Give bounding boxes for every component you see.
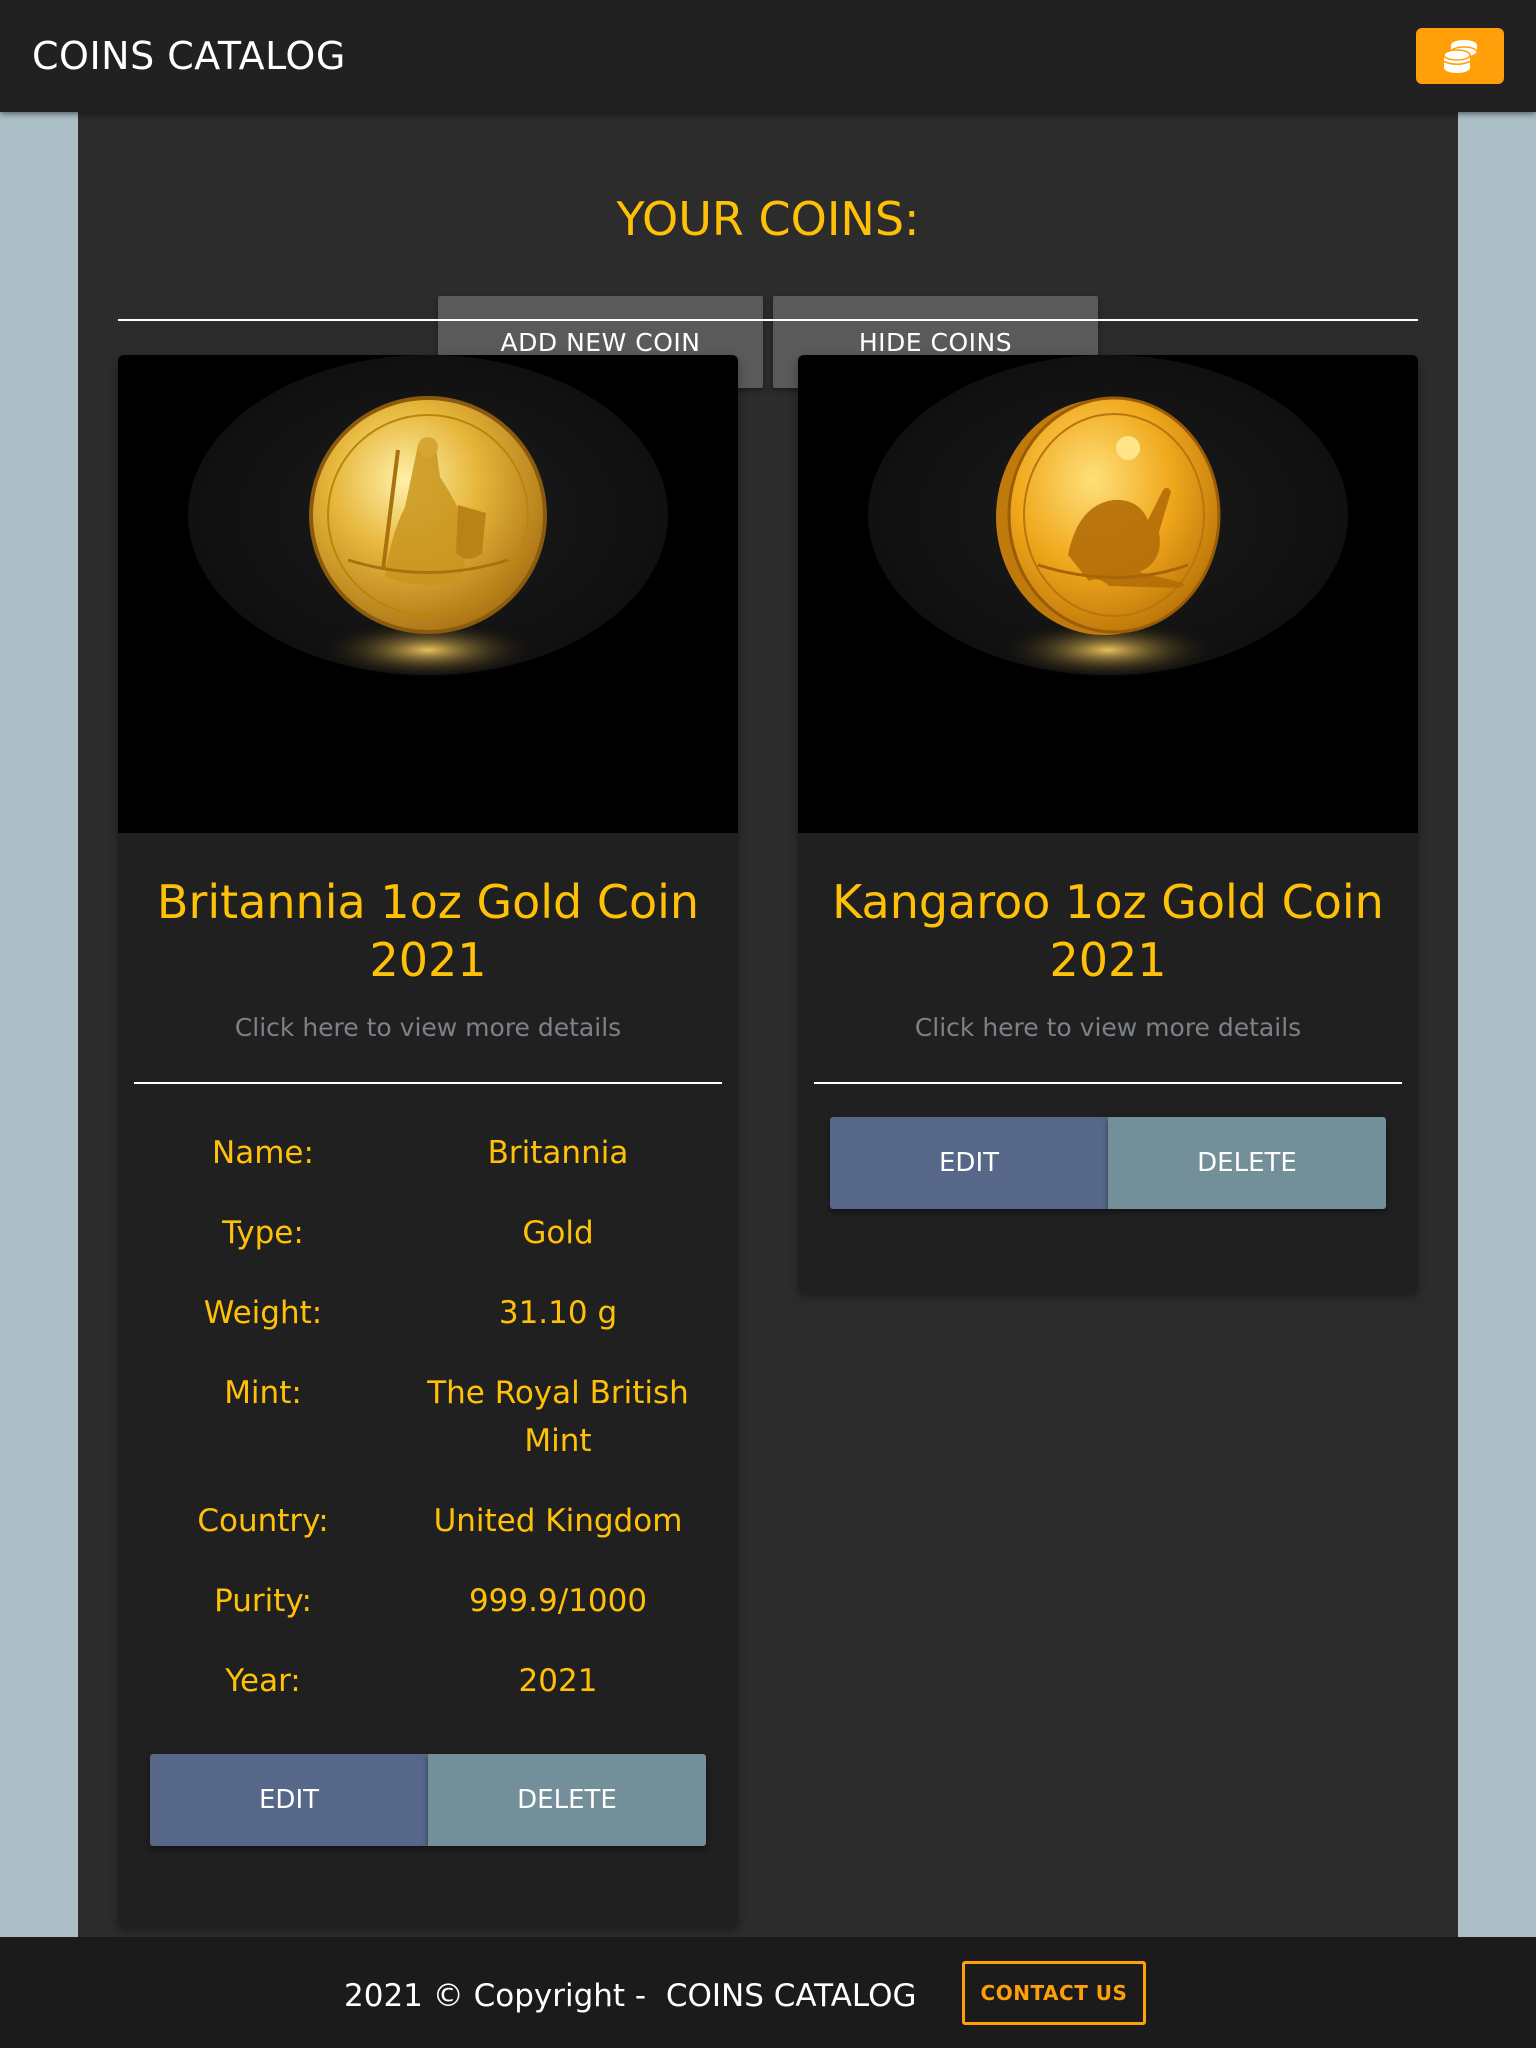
coin-title[interactable]: Britannia 1oz Gold Coin 2021 <box>128 873 728 989</box>
detail-label-mint: Mint: <box>224 1375 302 1411</box>
view-details-link[interactable]: Click here to view more details <box>798 1013 1418 1043</box>
detail-value-name: Britannia <box>487 1135 629 1171</box>
card-divider <box>134 1082 722 1084</box>
coin-card-britannia: Britannia 1oz Gold Coin 2021 Click here … <box>118 355 738 1927</box>
edit-button[interactable]: EDIT <box>150 1754 428 1846</box>
delete-button[interactable]: DELETE <box>428 1754 706 1846</box>
coin-card-kangaroo: Kangaroo 1oz Gold Coin 2021 Click here t… <box>798 355 1418 1293</box>
footer: 2021 © Copyright - COINS CATALOG CONTACT… <box>0 1937 1536 2048</box>
detail-label-weight: Weight: <box>203 1295 323 1331</box>
divider <box>118 319 1418 321</box>
edit-button[interactable]: EDIT <box>830 1117 1108 1209</box>
detail-label-year: Year: <box>225 1663 301 1699</box>
brand-title[interactable]: COINS CATALOG <box>32 28 346 84</box>
detail-label-country: Country: <box>197 1503 329 1539</box>
detail-value-purity: 999.9/1000 <box>468 1583 648 1619</box>
coin-title[interactable]: Kangaroo 1oz Gold Coin 2021 <box>808 873 1408 989</box>
detail-label-type: Type: <box>222 1215 304 1251</box>
detail-value-year: 2021 <box>518 1663 598 1699</box>
copyright-text: 2021 © Copyright - COINS CATALOG <box>344 1978 917 2014</box>
contact-us-button[interactable]: CONTACT US <box>962 1961 1146 2025</box>
coin-image-britannia[interactable] <box>118 355 738 833</box>
detail-value-type: Gold <box>522 1215 594 1251</box>
detail-value-weight: 31.10 g <box>498 1295 618 1331</box>
detail-label-name: Name: <box>212 1135 314 1171</box>
coin-image-kangaroo[interactable] <box>798 355 1418 833</box>
detail-value-country: United Kingdom <box>433 1503 683 1539</box>
card-divider <box>814 1082 1402 1084</box>
detail-value-mint: The Royal British Mint <box>427 1375 689 1459</box>
coins-stack-icon <box>1443 40 1478 73</box>
page-title: YOUR COINS: <box>616 192 920 246</box>
navbar: COINS CATALOG <box>0 0 1536 112</box>
view-details-link[interactable]: Click here to view more details <box>118 1013 738 1043</box>
coins-menu-button[interactable] <box>1416 28 1504 84</box>
detail-label-purity: Purity: <box>214 1583 312 1619</box>
delete-button[interactable]: DELETE <box>1108 1117 1386 1209</box>
